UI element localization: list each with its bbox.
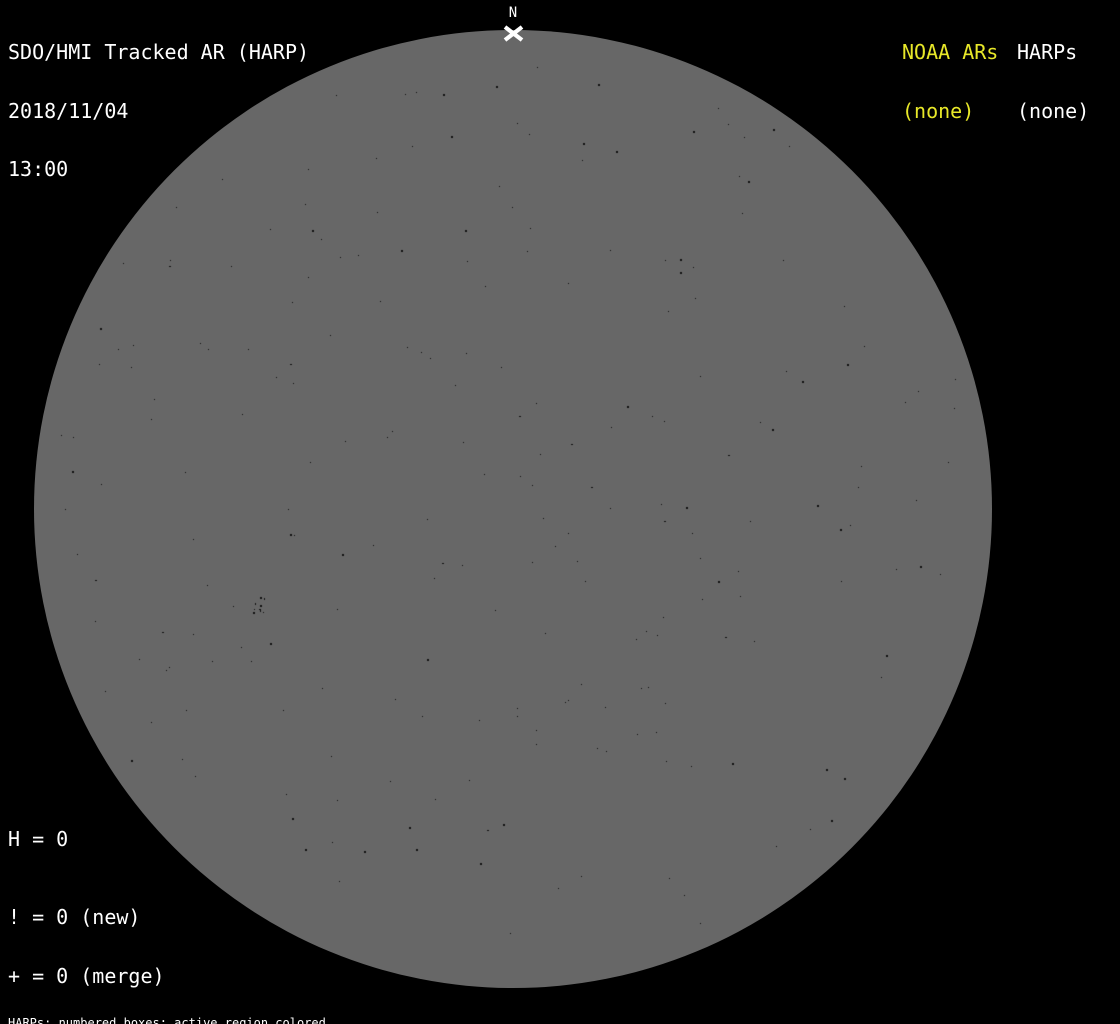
harps-block: HARPs (none) [1017,4,1089,160]
noaa-ars-value: (none) [902,98,975,123]
noaa-ars-block: NOAA ARs (none) [902,4,998,160]
time-label: 13:00 [8,157,69,181]
harps-label: HARPs [1017,40,1078,64]
date-label: 2018/11/04 [8,98,129,123]
north-cross-icon [503,25,524,42]
app-title: SDO/HMI Tracked AR (HARP) [8,40,310,64]
footer-note-harps: HARPs: numbered boxes; active region col… [8,1015,326,1024]
harp-count-label: H = 0 [8,827,69,851]
header-left: SDO/HMI Tracked AR (HARP) 2018/11/04 13:… [8,4,309,219]
north-marker: N [483,6,543,20]
harp-figure: SDO/HMI Tracked AR (HARP) 2018/11/04 13:… [0,0,1120,1024]
legend-flag-merge: + = 0 (merge) [8,963,165,988]
footer-caption: HARPs: numbered boxes; active region col… [8,992,427,1024]
harps-value: (none) [1017,98,1090,123]
north-label: N [508,5,518,21]
noaa-ars-label: NOAA ARs [902,40,999,64]
legend-flag-new: ! = 0 (new) [8,905,141,929]
